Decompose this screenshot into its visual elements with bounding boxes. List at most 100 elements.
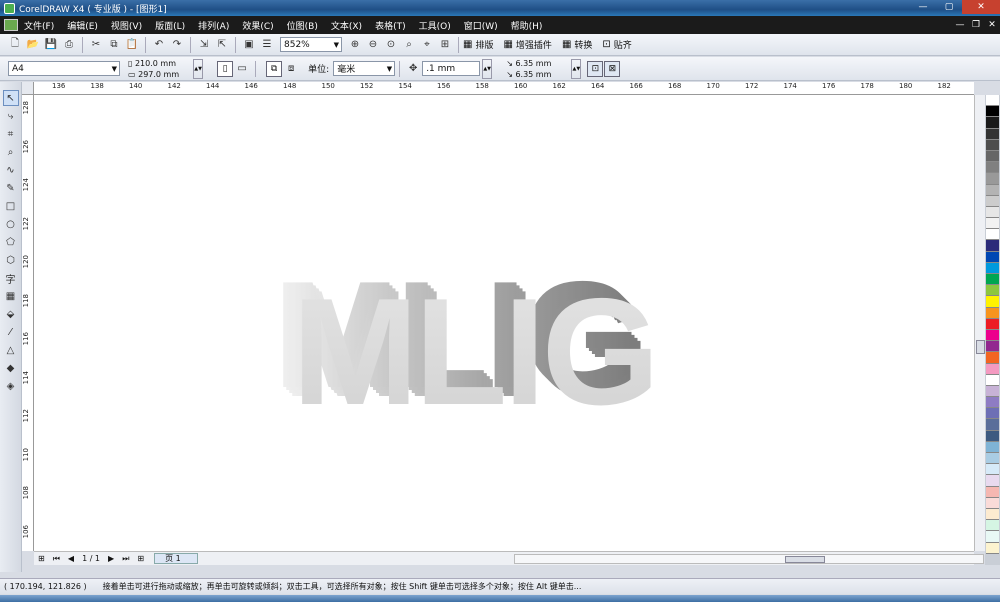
plugin-snap[interactable]: ⊡ 贴齐	[602, 38, 631, 51]
first-page-icon[interactable]: ⏮	[53, 554, 60, 564]
close-button[interactable]: ✕	[962, 0, 1000, 14]
polygon-tool-icon[interactable]: ⬠	[3, 234, 19, 250]
table-tool-icon[interactable]: ▦	[3, 288, 19, 304]
smart-fill-tool-icon[interactable]: ✎	[3, 180, 19, 196]
menu-tools[interactable]: 工具(O)	[419, 19, 451, 32]
current-page-button[interactable]: ⧈	[282, 60, 300, 78]
undo-icon[interactable]: ↶	[150, 36, 168, 54]
palette-swatch[interactable]	[986, 397, 999, 409]
palette-swatch[interactable]	[986, 139, 999, 151]
palette-swatch[interactable]	[986, 307, 999, 319]
menu-layout[interactable]: 版面(L)	[155, 19, 185, 32]
menu-edit[interactable]: 编辑(E)	[67, 19, 98, 32]
export-icon[interactable]: ⇱	[213, 36, 231, 54]
palette-swatch[interactable]	[986, 486, 999, 498]
last-page-icon[interactable]: ⏭	[122, 554, 129, 564]
palette-swatch[interactable]	[986, 128, 999, 140]
palette-swatch[interactable]	[986, 95, 999, 107]
palette-swatch[interactable]	[986, 363, 999, 375]
palette-swatch[interactable]	[986, 150, 999, 163]
save-icon[interactable]: 💾	[42, 36, 60, 54]
nudge-spinner[interactable]: ▲▼	[482, 58, 493, 79]
zoom-all-icon[interactable]: ⌕	[400, 36, 418, 54]
paste-icon[interactable]: 📋	[123, 36, 141, 54]
interactive-tool-icon[interactable]: ⬙	[3, 306, 19, 322]
dimension-spinner[interactable]: ▲▼	[193, 58, 204, 79]
palette-swatch[interactable]	[986, 251, 999, 263]
palette-swatch[interactable]	[986, 374, 999, 386]
zoom-selected-icon[interactable]: ⊙	[382, 36, 400, 54]
zoom-in-icon[interactable]: ⊕	[346, 36, 364, 54]
next-page-icon[interactable]: ▶	[108, 554, 114, 563]
palette-swatch[interactable]	[986, 229, 999, 241]
zoom-levels-select[interactable]: 852% ▼	[280, 37, 342, 52]
menu-arrange[interactable]: 排列(A)	[198, 19, 229, 32]
cut-icon[interactable]: ✂	[87, 36, 105, 54]
palette-swatch[interactable]	[986, 262, 999, 274]
add-page-before-icon[interactable]: ⊞	[38, 554, 45, 563]
draw-as-outline-button[interactable]: ⊠	[604, 60, 621, 77]
palette-swatch[interactable]	[986, 285, 999, 297]
menu-text[interactable]: 文本(X)	[331, 19, 362, 32]
palette-swatch[interactable]	[986, 296, 999, 308]
redo-icon[interactable]: ↷	[168, 36, 186, 54]
vertical-scroll-thumb[interactable]	[976, 340, 985, 354]
palette-swatch[interactable]	[986, 195, 999, 207]
application-launcher-icon[interactable]: ▣	[240, 36, 258, 54]
palette-swatch[interactable]	[986, 441, 999, 453]
prev-page-icon[interactable]: ◀	[68, 554, 74, 563]
palette-swatch[interactable]	[986, 542, 999, 554]
horizontal-ruler[interactable]: 136 138 140 142 144 146 148 150 152 154 156 158 160 1…	[34, 82, 974, 95]
all-pages-button[interactable]: ⧉	[266, 60, 283, 77]
palette-swatch[interactable]	[986, 497, 999, 509]
unit-select[interactable]: 毫米 ▼	[333, 61, 396, 76]
add-page-after-icon[interactable]: ⊞	[137, 554, 144, 563]
duplicate-spinner[interactable]: ▲▼	[571, 58, 582, 79]
duplicate-y-field[interactable]: ↘ 6.35 mm	[506, 69, 551, 80]
mlig-3d-text-artwork[interactable]: MLIG MLIG MLIG MLIG MLIG	[270, 250, 740, 437]
pick-tool-icon[interactable]: ↖	[2, 90, 19, 106]
crop-tool-icon[interactable]: ⌗	[3, 126, 19, 142]
ruler-origin[interactable]	[22, 82, 34, 95]
shape-tool-icon[interactable]: ⤷	[3, 108, 19, 124]
menu-bitmaps[interactable]: 位图(B)	[287, 19, 318, 32]
treat-as-filled-button[interactable]: ⊡	[587, 60, 604, 77]
palette-swatch[interactable]	[986, 162, 999, 174]
menu-view[interactable]: 视图(V)	[111, 19, 142, 32]
maximize-button[interactable]: ▢	[936, 0, 962, 14]
import-icon[interactable]: ⇲	[195, 36, 213, 54]
palette-swatch[interactable]	[986, 106, 999, 118]
basic-shapes-tool-icon[interactable]: ⬡	[3, 252, 19, 268]
palette-swatch[interactable]	[986, 352, 999, 364]
freehand-tool-icon[interactable]: ∿	[3, 162, 19, 178]
plugin-enhance[interactable]: ▦ 增强插件	[503, 38, 551, 51]
print-icon[interactable]: ⎙	[60, 36, 78, 54]
palette-swatch[interactable]	[986, 531, 999, 543]
outline-tool-icon[interactable]: △	[3, 342, 19, 358]
paper-width-field[interactable]: ▯ 210.0 mm	[128, 58, 179, 69]
horizontal-scroll-thumb[interactable]	[785, 555, 825, 563]
minimize-button[interactable]: —	[910, 0, 936, 14]
vertical-ruler[interactable]: 128 126 124 122 120 118 116 114 112 110 108 106	[22, 95, 34, 551]
text-tool-icon[interactable]: 字	[3, 270, 19, 286]
palette-swatch[interactable]	[986, 508, 999, 521]
zoom-width-icon[interactable]: ⊞	[436, 36, 454, 54]
vertical-scrollbar[interactable]	[974, 95, 985, 551]
palette-swatch[interactable]	[986, 117, 999, 129]
nudge-offset-field[interactable]: .1 mm	[422, 61, 481, 76]
menu-effects[interactable]: 效果(C)	[242, 19, 273, 32]
zoom-out-icon[interactable]: ⊖	[364, 36, 382, 54]
page-tab[interactable]: 页 1	[154, 553, 198, 564]
menu-table[interactable]: 表格(T)	[375, 19, 406, 32]
palette-swatch[interactable]	[986, 274, 999, 286]
welcome-screen-icon[interactable]: ☰	[258, 36, 276, 54]
menu-window[interactable]: 窗口(W)	[464, 19, 498, 32]
landscape-button[interactable]: ▭	[233, 60, 251, 78]
copy-icon[interactable]: ⧉	[105, 36, 123, 54]
palette-swatch[interactable]	[986, 475, 999, 487]
palette-swatch[interactable]	[986, 184, 999, 196]
palette-swatch[interactable]	[986, 419, 999, 431]
fill-tool-icon[interactable]: ◆	[3, 360, 19, 376]
duplicate-x-field[interactable]: ↘ 6.35 mm	[506, 58, 551, 69]
interactive-fill-tool-icon[interactable]: ◈	[3, 378, 19, 394]
